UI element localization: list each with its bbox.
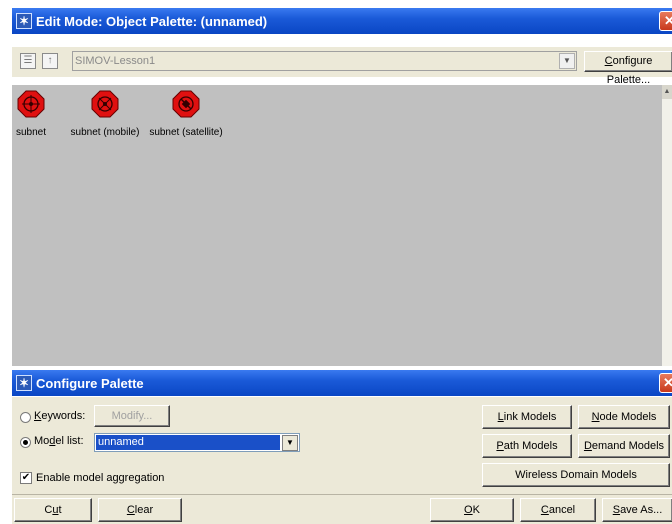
cut-label-rest: t (58, 504, 62, 516)
save-as-button[interactable]: Save As... (602, 498, 672, 522)
clear-button[interactable]: Clear (98, 498, 182, 522)
checkmark-icon: ✔ (21, 472, 31, 483)
cancel-label-rest: ancel (548, 504, 576, 516)
demand-models-button[interactable]: Demand Models (578, 434, 670, 458)
model-list-combobox[interactable]: unnamed ▼ (94, 433, 300, 452)
node-models-label-rest: ode Models (599, 411, 657, 423)
demand-models-mnemonic: D (583, 440, 592, 452)
object-palette-title: Edit Mode: Object Palette: (unnamed) (36, 13, 268, 29)
cut-button[interactable]: Cut (14, 498, 92, 522)
palette-object-label: subnet (satellite) (149, 127, 223, 138)
clear-mnemonic: C (126, 504, 135, 516)
configure-palette-close-icon[interactable]: ✕ (659, 373, 672, 393)
node-models-button[interactable]: Node Models (578, 405, 670, 429)
path-models-label-rest: ath Models (503, 440, 558, 452)
palette-object-subnet[interactable]: subnet (16, 90, 46, 138)
clear-label-rest: lear (134, 504, 154, 516)
model-list-radio[interactable] (20, 437, 31, 448)
model-list-value: unnamed (96, 435, 280, 450)
chevron-down-icon[interactable]: ▼ (282, 435, 298, 451)
link-models-button[interactable]: Link Models (482, 405, 572, 429)
model-list-label-rest: el list: (55, 435, 84, 447)
vertical-scrollbar[interactable]: ▲ (662, 85, 672, 366)
wireless-domain-models-button[interactable]: Wireless Domain Models (482, 463, 670, 487)
object-palette-canvas[interactable]: subnet subnet (mobile) subnet (satellite… (12, 85, 662, 366)
palette-object-label: subnet (mobile) (70, 127, 140, 138)
button-row-separator (12, 494, 672, 495)
configure-palette-button[interactable]: Configure Palette... (584, 51, 672, 86)
cancel-mnemonic: C (540, 504, 549, 516)
palette-path-dropdown[interactable]: SIMOV-Lesson1 ▼ (72, 51, 577, 71)
ok-button[interactable]: OK (430, 498, 514, 522)
save-as-mnemonic: S (612, 504, 621, 516)
node-models-mnemonic: N (591, 411, 600, 423)
palette-object-subnet-mobile[interactable]: subnet (mobile) (65, 90, 145, 138)
cancel-button[interactable]: Cancel (520, 498, 596, 522)
subnet-icon (17, 90, 45, 118)
subnet-satellite-icon (172, 90, 200, 118)
scroll-up-icon[interactable]: ▲ (662, 85, 672, 99)
up-folder-icon[interactable]: ↑ (42, 53, 58, 69)
list-view-icon[interactable]: ☰ (20, 53, 36, 69)
configure-mnemonic: C (604, 55, 613, 67)
subnet-mobile-icon (91, 90, 119, 118)
configure-label-rest: onfigure Palette... (606, 55, 653, 86)
chevron-down-icon[interactable]: ▼ (559, 53, 575, 69)
app-star-icon: ✶ (16, 13, 32, 29)
object-palette-toolbar: ☰ ↑ SIMOV-Lesson1 ▼ Configure Palette... (12, 47, 672, 86)
configure-palette-titlebar[interactable]: ✶ Configure Palette ✕ (12, 370, 672, 396)
object-palette-titlebar[interactable]: ✶ Edit Mode: Object Palette: (unnamed) ✕ (12, 8, 672, 34)
enable-aggregation-label: Enable model aggregation (36, 472, 165, 484)
configure-palette-panel: Keywords: Modify... Model list: unnamed … (12, 397, 672, 524)
ok-mnemonic: O (464, 504, 473, 516)
palette-path-value: SIMOV-Lesson1 (75, 55, 156, 67)
save-as-label-rest: ave As... (620, 504, 663, 516)
path-models-mnemonic: P (496, 440, 504, 452)
keywords-label: Keywords: (34, 410, 85, 422)
app-star-icon: ✶ (16, 375, 32, 391)
ok-label-rest: K (472, 504, 480, 516)
path-models-button[interactable]: Path Models (482, 434, 572, 458)
demand-models-label-rest: emand Models (591, 440, 665, 452)
keywords-label-rest: eywords: (41, 410, 86, 422)
link-models-label-rest: ink Models (503, 411, 557, 423)
model-list-label-pre: Mo (34, 435, 50, 447)
enable-aggregation-checkbox[interactable]: ✔ (20, 472, 32, 484)
model-list-label: Model list: (34, 435, 84, 447)
palette-object-subnet-satellite[interactable]: subnet (satellite) (146, 90, 226, 138)
configure-palette-title: Configure Palette (36, 375, 144, 391)
keywords-radio[interactable] (20, 412, 31, 423)
modify-button[interactable]: Modify... (94, 405, 170, 427)
palette-object-label: subnet (16, 127, 47, 138)
object-palette-close-icon[interactable]: ✕ (659, 11, 672, 31)
